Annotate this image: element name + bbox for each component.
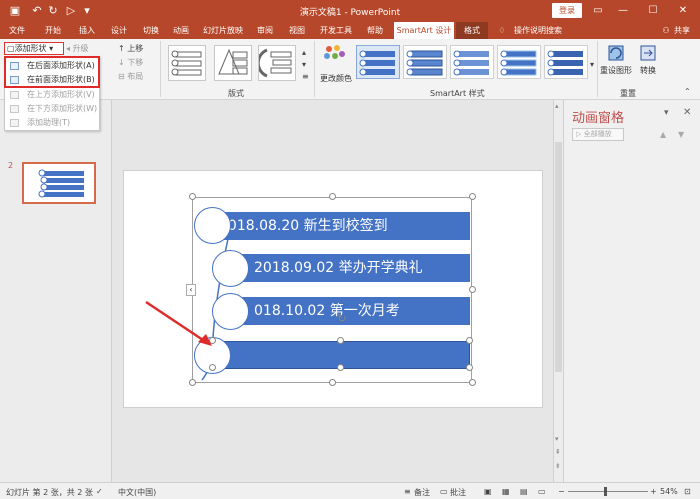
animation-pane-title: 动画窗格 — [572, 111, 625, 126]
smartart-item-bar[interactable]: 018.10.02 第一次月考 — [230, 297, 470, 325]
add-shape-label: 添加形状 — [14, 44, 47, 53]
resize-handle[interactable] — [469, 379, 476, 386]
move-later-icon[interactable]: ▼ — [678, 130, 684, 139]
fit-slide-icon[interactable]: ⊡ — [684, 487, 691, 496]
zoom-in-icon[interactable]: + — [650, 487, 657, 496]
normal-view-icon[interactable]: ▣ — [484, 487, 492, 496]
slide-sorter-icon[interactable]: ▦ — [502, 487, 510, 496]
notes-icon[interactable]: ≡ — [404, 487, 411, 496]
resize-handle[interactable] — [189, 193, 196, 200]
add-above-icon — [10, 91, 19, 99]
resize-handle[interactable] — [329, 193, 336, 200]
menu-add-assistant[interactable]: 添加助理(T) — [5, 117, 99, 129]
shape-handle[interactable] — [466, 364, 473, 371]
pane-close-icon[interactable]: ✕ — [683, 107, 691, 118]
zoom-slider[interactable] — [568, 491, 648, 492]
menu-add-shape-below[interactable]: 在下方添加形状(W) — [5, 103, 99, 115]
language-status[interactable]: 中文(中国) — [118, 487, 156, 498]
smartart-item-circle[interactable] — [212, 250, 249, 287]
slide-info: 幻灯片 第 2 张，共 2 张 — [6, 488, 93, 497]
shape-handle[interactable] — [337, 364, 344, 371]
red-arrow-annotation — [145, 300, 212, 346]
menu-label: 在上方添加形状(V) — [27, 90, 95, 99]
spellcheck-icon[interactable]: ✓ — [96, 487, 103, 496]
scroll-thumb[interactable] — [555, 142, 562, 372]
vertical-scrollbar[interactable]: ▴ ▾ ⇞ ⇟ — [553, 100, 563, 482]
menu-add-shape-above[interactable]: 在上方添加形状(V) — [5, 89, 99, 101]
zoom-level[interactable]: 54% — [660, 487, 678, 496]
notes-button[interactable]: 备注 — [414, 487, 430, 498]
highlight-annotation — [4, 56, 100, 88]
scroll-up-icon[interactable]: ▴ — [555, 102, 559, 110]
menu-label: 添加助理(T) — [27, 118, 71, 127]
play-all-button[interactable]: ▷ 全部播放 — [572, 128, 624, 141]
add-below-icon — [10, 105, 19, 113]
zoom-out-icon[interactable]: − — [558, 487, 565, 496]
add-shape-icon: ▢ — [7, 44, 15, 53]
shape-handle[interactable] — [337, 337, 344, 344]
smartart-item-bar[interactable]: 2018.08.20 新生到校签到 — [213, 212, 470, 240]
rotate-handle-icon[interactable]: ↻ — [336, 313, 348, 325]
add-assistant-icon — [10, 119, 19, 127]
next-slide-icon[interactable]: ⇟ — [555, 462, 561, 470]
resize-handle[interactable] — [469, 193, 476, 200]
shape-handle[interactable] — [209, 364, 216, 371]
pane-options-icon[interactable]: ▾ — [664, 108, 669, 118]
prev-slide-icon[interactable]: ⇞ — [555, 448, 561, 456]
reading-view-icon[interactable]: ▤ — [520, 487, 528, 496]
zoom-slider-thumb[interactable] — [604, 487, 607, 496]
animation-pane — [563, 100, 700, 482]
shape-handle[interactable] — [466, 337, 473, 344]
comments-button[interactable]: 批注 — [450, 487, 466, 498]
resize-handle[interactable] — [329, 379, 336, 386]
resize-handle[interactable] — [469, 286, 476, 293]
scroll-down-icon[interactable]: ▾ — [555, 435, 559, 443]
resize-handle[interactable] — [189, 379, 196, 386]
move-earlier-icon[interactable]: ▲ — [660, 130, 666, 139]
comments-icon[interactable]: ▭ — [440, 487, 448, 496]
play-all-label: 全部播放 — [583, 130, 612, 138]
smartart-item-circle[interactable] — [194, 207, 231, 244]
text-pane-toggle-icon[interactable]: ‹ — [186, 284, 196, 296]
status-bar: 幻灯片 第 2 张，共 2 张 ✓ 中文(中国) ≡ 备注 ▭ 批注 ▣ ▦ ▤… — [0, 482, 700, 499]
slideshow-view-icon[interactable]: ▭ — [538, 487, 546, 496]
smartart-item-bar[interactable]: 2018.09.02 举办开学典礼 — [230, 254, 470, 282]
menu-label: 在下方添加形状(W) — [27, 104, 98, 113]
add-shape-button[interactable]: ▢添加形状 ▾ — [4, 42, 64, 55]
